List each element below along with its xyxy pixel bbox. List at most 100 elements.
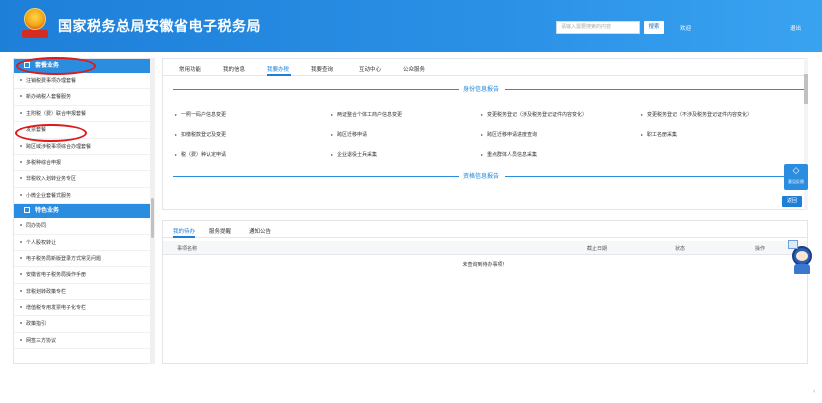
sidebar-item[interactable]: 多税种综合申报 bbox=[14, 155, 154, 172]
triangle-icon: ▸ bbox=[331, 132, 334, 137]
triangle-icon: ▸ bbox=[641, 112, 644, 117]
sidebar-item[interactable]: 主附税（费）联合申报套餐 bbox=[14, 106, 154, 123]
sidebar-item-label: 非税收入划转业务专区 bbox=[26, 176, 77, 183]
link-label: 职工名册采集 bbox=[647, 132, 678, 138]
sidebar-item-label: 政策指引 bbox=[26, 321, 47, 328]
tab-my-info[interactable]: 我的信息 bbox=[223, 65, 245, 73]
link-label: 变更税务登记（涉及税务登记证件内容变化） bbox=[487, 112, 588, 118]
sidebar-item-label: 跨区域涉税事项综合办理套餐 bbox=[26, 143, 92, 150]
bullet-icon bbox=[20, 289, 22, 292]
tab-public-service[interactable]: 公众服务 bbox=[403, 65, 425, 73]
triangle-icon: ▸ bbox=[175, 152, 178, 157]
sidebar-item[interactable]: 新办纳税人套餐服务 bbox=[14, 89, 154, 106]
bullet-icon bbox=[20, 79, 22, 81]
sidebar-item-label: 注销税费事项办理套餐 bbox=[26, 78, 77, 84]
link-label: 扣缴税款登记及变更 bbox=[181, 132, 227, 138]
tab-my-todo[interactable]: 我的待办 bbox=[173, 227, 195, 235]
bullet-icon bbox=[20, 111, 22, 114]
bullet-icon bbox=[20, 193, 22, 196]
link-identity[interactable]: ▸ 企业退役士兵采集 bbox=[331, 151, 377, 158]
link-identity[interactable]: ▸ 两证整合个体工商户信息变更 bbox=[331, 111, 402, 118]
todo-tabs: 我的待办 服务提醒 通知公告 bbox=[163, 221, 807, 238]
triangle-icon: ▸ bbox=[331, 152, 334, 157]
link-identity[interactable]: ▸ 税（费）种认定申请 bbox=[175, 151, 226, 158]
sidebar-item-label: 新办纳税人套餐服务 bbox=[26, 94, 72, 101]
link-identity[interactable]: ▸ 变更税务登记（涉及税务登记证件内容变化） bbox=[481, 111, 587, 118]
sidebar-section-header-special[interactable]: 特色业务 bbox=[14, 204, 154, 219]
column-header: 状态 bbox=[675, 246, 686, 252]
bullet-icon bbox=[20, 144, 22, 147]
bullet-icon bbox=[20, 240, 22, 243]
link-identity[interactable]: ▸ 扣缴税款登记及变更 bbox=[175, 131, 226, 138]
bullet-icon bbox=[20, 95, 22, 98]
tab-common[interactable]: 常用功能 bbox=[179, 65, 201, 73]
tab-service-reminder[interactable]: 服务提醒 bbox=[209, 227, 231, 235]
bullet-icon bbox=[20, 256, 22, 259]
empty-state-text: 未查询到待办事项！ bbox=[462, 262, 508, 268]
scrollbar-thumb[interactable] bbox=[151, 198, 154, 238]
link-identity[interactable]: ▸ 跨区迁移申请 bbox=[331, 131, 367, 138]
link-label: 跨区迁移申请 bbox=[337, 132, 368, 138]
tab-notice[interactable]: 通知公告 bbox=[249, 227, 271, 235]
sidebar-item[interactable]: 同办协同 bbox=[14, 218, 154, 235]
sidebar-item-label: 电子税务局新版登录方式常见问题 bbox=[26, 255, 102, 262]
link-label: 变更税务登记（不涉及税务登记证件内容变化） bbox=[647, 112, 753, 118]
sidebar-scrollbar[interactable] bbox=[150, 58, 155, 364]
sidebar-section-title: 特色业务 bbox=[35, 207, 60, 215]
bullet-icon bbox=[20, 306, 22, 309]
sidebar-item[interactable]: 非税收入划转业务专区 bbox=[14, 171, 154, 188]
site-title: 国家税务总局安徽省电子税务局 bbox=[58, 19, 261, 35]
link-identity[interactable]: ▸ 职工名册采集 bbox=[641, 131, 677, 138]
annotation-circle-package bbox=[16, 57, 96, 75]
sidebar-item-label: 小微企业套餐式服务 bbox=[26, 192, 72, 199]
sidebar-item-label: 安徽省电子税务局操作手册 bbox=[26, 272, 87, 279]
column-header: 操作 bbox=[755, 246, 766, 252]
triangle-icon: ▸ bbox=[175, 132, 178, 137]
main-tabs: 常用功能 我的信息 我要办税 我要查询 互动中心 公众服务 bbox=[163, 59, 807, 76]
sidebar: 套餐业务 注销税费事项办理套餐 新办纳税人套餐服务 主附税（费）联合申报套餐 发… bbox=[13, 58, 155, 364]
sidebar-item[interactable]: 电子税务局新版登录方式常见问题 bbox=[14, 251, 154, 268]
assistant-mascot[interactable] bbox=[788, 240, 814, 274]
search-input[interactable]: 请输入需要搜索的内容 bbox=[556, 21, 640, 34]
sidebar-item[interactable]: 个人股权转让 bbox=[14, 235, 154, 251]
tax-emblem-logo bbox=[22, 8, 48, 38]
sidebar-item-label: 多税种综合申报 bbox=[26, 159, 62, 166]
column-header: 截止日期 bbox=[587, 246, 608, 252]
sidebar-item[interactable]: 小微企业套餐式服务 bbox=[14, 188, 154, 205]
sidebar-item[interactable]: 政策指引 bbox=[14, 316, 154, 333]
sidebar-item[interactable]: 网签三方协议 bbox=[14, 333, 154, 350]
section-qualification: 资格信息报告 bbox=[163, 171, 805, 181]
link-identity[interactable]: ▸ 跨区迁移申请进度查询 bbox=[481, 131, 537, 138]
triangle-icon: ▸ bbox=[481, 132, 484, 137]
sidebar-item-label: 增值税专用发票电子化专栏 bbox=[26, 305, 87, 312]
sidebar-item[interactable]: 安徽省电子税务局操作手册 bbox=[14, 267, 154, 284]
link-identity[interactable]: ▸ 一照一码户信息变更 bbox=[175, 111, 226, 118]
scrollbar-thumb[interactable] bbox=[804, 74, 808, 104]
site-header: 国家税务总局安徽省电子税务局 请输入需要搜索的内容 搜索 欢迎 退出 bbox=[0, 0, 822, 52]
section-qualification-title: 资格信息报告 bbox=[463, 173, 500, 180]
tab-query[interactable]: 我要查询 bbox=[311, 65, 333, 73]
back-button[interactable]: 返回 bbox=[782, 196, 802, 207]
triangle-icon: ▸ bbox=[481, 112, 484, 117]
tab-interaction[interactable]: 互动中心 bbox=[359, 65, 381, 73]
triangle-icon: ▸ bbox=[331, 112, 334, 117]
sidebar-item-label: 网签三方协议 bbox=[26, 337, 57, 344]
sidebar-item[interactable]: 非税划转政策专栏 bbox=[14, 284, 154, 301]
bullet-icon bbox=[20, 224, 22, 227]
active-tab-indicator bbox=[267, 74, 291, 76]
sidebar-item-label: 主附税（费）联合申报套餐 bbox=[26, 110, 87, 117]
tab-handle-tax[interactable]: 我要办税 bbox=[267, 65, 289, 73]
logout-link[interactable]: 退出 bbox=[790, 24, 801, 32]
mascot-tag bbox=[788, 240, 798, 249]
link-identity[interactable]: ▸ 重点群体人员信息采集 bbox=[481, 151, 537, 158]
sidebar-item-label: 同办协同 bbox=[26, 223, 47, 230]
search-button[interactable]: 搜索 bbox=[644, 21, 664, 34]
chevron-left-icon[interactable]: ‹ bbox=[813, 388, 815, 395]
link-label: 一照一码户信息变更 bbox=[181, 112, 227, 118]
sidebar-item[interactable]: 增值税专用发票电子化专栏 bbox=[14, 300, 154, 317]
bullet-icon bbox=[20, 177, 22, 180]
link-identity[interactable]: ▸ 变更税务登记（不涉及税务登记证件内容变化） bbox=[641, 111, 752, 118]
feedback-button[interactable]: ◇ 意见反馈 bbox=[784, 164, 808, 190]
main-panel: 常用功能 我的信息 我要办税 我要查询 互动中心 公众服务 身份信息报告 ▸ 一照… bbox=[162, 58, 808, 210]
sidebar-item[interactable]: 注销税费事项办理套餐 bbox=[14, 73, 154, 90]
